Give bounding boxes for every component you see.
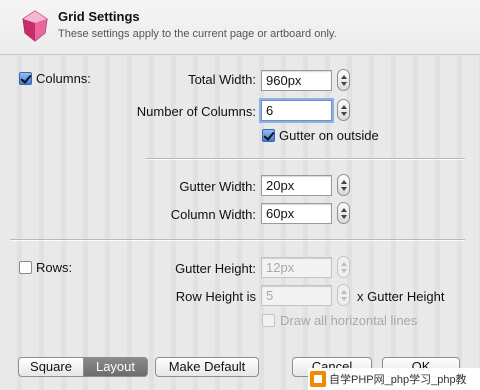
sketch-gem-icon — [22, 10, 48, 42]
number-of-columns-stepper[interactable] — [337, 99, 350, 121]
stepper-down-icon[interactable] — [341, 269, 347, 273]
watermark-banner: 自学PHP网_php学习_php教 — [308, 368, 480, 390]
dialog-subtitle: These settings apply to the current page… — [58, 28, 337, 40]
gutter-height-label: Gutter Height: — [175, 261, 256, 276]
section-divider — [10, 239, 465, 241]
stepper-up-icon[interactable] — [341, 180, 347, 184]
stepper-up-icon[interactable] — [341, 262, 347, 266]
row-height-stepper[interactable] — [337, 284, 350, 306]
stepper-up-icon[interactable] — [341, 290, 347, 294]
gutter-height-stepper[interactable] — [337, 256, 350, 278]
stepper-down-icon[interactable] — [341, 187, 347, 191]
watermark-logo-icon — [310, 371, 326, 387]
column-width-label: Column Width: — [170, 207, 256, 222]
row-height-input[interactable]: 5 — [261, 285, 332, 306]
gutter-outside-label: Gutter on outside — [279, 128, 379, 143]
stepper-up-icon[interactable] — [341, 208, 347, 212]
total-width-label: Total Width: — [188, 72, 256, 87]
view-segmented-control[interactable]: Square Layout — [18, 357, 148, 377]
layout-button[interactable]: Layout — [84, 357, 148, 377]
columns-label: Columns: — [36, 71, 91, 86]
number-of-columns-input[interactable]: 6 — [261, 100, 332, 121]
total-width-input[interactable]: 960px — [261, 70, 332, 91]
column-width-stepper[interactable] — [337, 202, 350, 224]
stepper-down-icon[interactable] — [341, 82, 347, 86]
watermark-text: 自学PHP网_php学习_php教 — [329, 374, 467, 386]
stepper-down-icon[interactable] — [341, 297, 347, 301]
row-height-label: Row Height is — [175, 289, 256, 304]
draw-lines-checkbox[interactable] — [262, 314, 275, 327]
number-of-columns-label: Number of Columns: — [136, 104, 256, 119]
column-width-input[interactable]: 60px — [261, 203, 332, 224]
gutter-width-stepper[interactable] — [337, 174, 350, 196]
square-button[interactable]: Square — [18, 357, 84, 377]
stepper-down-icon[interactable] — [341, 215, 347, 219]
row-height-suffix: x Gutter Height — [357, 289, 445, 304]
draw-lines-label: Draw all horizontal lines — [280, 313, 418, 328]
dialog-title: Grid Settings — [58, 9, 140, 24]
columns-divider — [145, 158, 465, 160]
rows-label: Rows: — [36, 260, 73, 275]
stepper-down-icon[interactable] — [341, 112, 347, 116]
gutter-outside-checkbox[interactable] — [262, 129, 275, 142]
stepper-up-icon[interactable] — [341, 105, 347, 109]
total-width-stepper[interactable] — [337, 69, 350, 91]
dialog-header: Grid Settings These settings apply to th… — [0, 0, 480, 55]
gutter-width-label: Gutter Width: — [179, 179, 256, 194]
columns-checkbox[interactable] — [19, 72, 32, 85]
rows-checkbox[interactable] — [19, 261, 32, 274]
gutter-height-input[interactable]: 12px — [261, 257, 332, 278]
gutter-width-input[interactable]: 20px — [261, 175, 332, 196]
stepper-up-icon[interactable] — [341, 75, 347, 79]
make-default-button[interactable]: Make Default — [155, 357, 259, 377]
